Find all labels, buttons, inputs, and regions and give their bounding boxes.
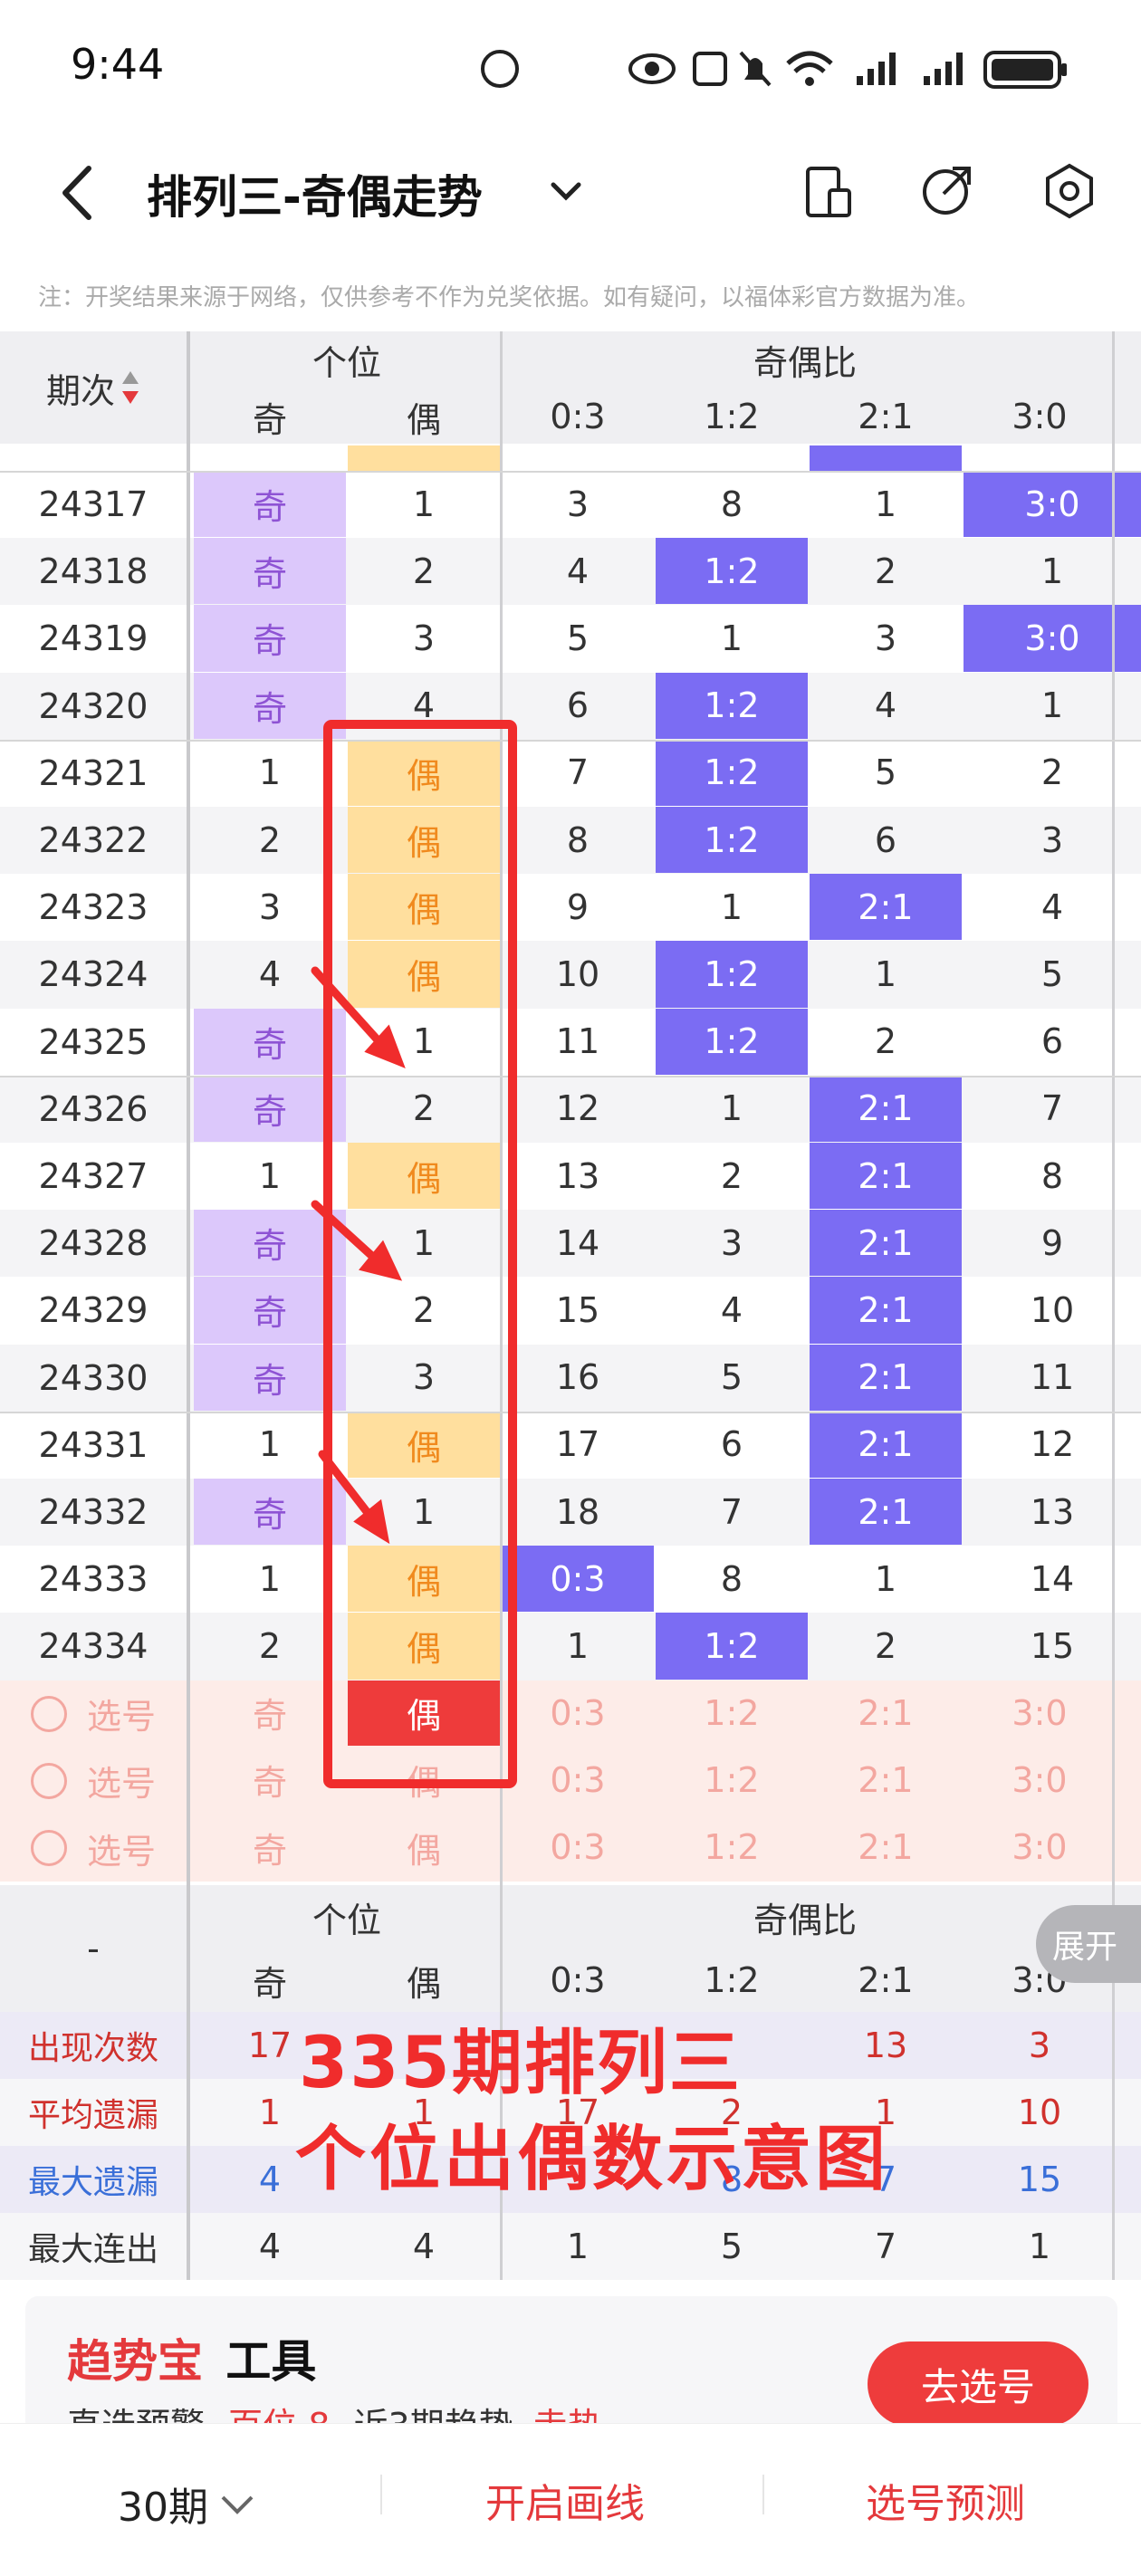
tool-name: 工具 bbox=[225, 2335, 317, 2388]
draw-line-button[interactable]: 开启画线 bbox=[485, 2471, 645, 2529]
tool-card: 趋势宝 工具 直选预警 百位 8 近3期趋势 走热 去选号 bbox=[25, 2296, 1117, 2441]
annotation-overlay bbox=[311, 720, 517, 1788]
highlight-box bbox=[323, 720, 517, 1788]
period-selector[interactable]: 30期 bbox=[118, 2475, 255, 2533]
period-label: 30期 bbox=[118, 2485, 208, 2531]
expand-button[interactable]: 展开 bbox=[1036, 1905, 1141, 1983]
overlay-title-2: 个位出偶数示意图 bbox=[295, 2119, 890, 2200]
bottom-bar: 30期 开启画线 选号预测 bbox=[0, 2423, 1141, 2576]
divider bbox=[380, 2475, 382, 2514]
divider bbox=[762, 2475, 764, 2514]
tool-brand: 趋势宝 bbox=[67, 2335, 203, 2388]
go-pick-button[interactable]: 去选号 bbox=[868, 2341, 1088, 2427]
chevron-down-icon bbox=[221, 2495, 254, 2514]
overlay-title-1: 335期排列三 bbox=[299, 2023, 742, 2104]
predict-button[interactable]: 选号预测 bbox=[866, 2471, 1025, 2529]
